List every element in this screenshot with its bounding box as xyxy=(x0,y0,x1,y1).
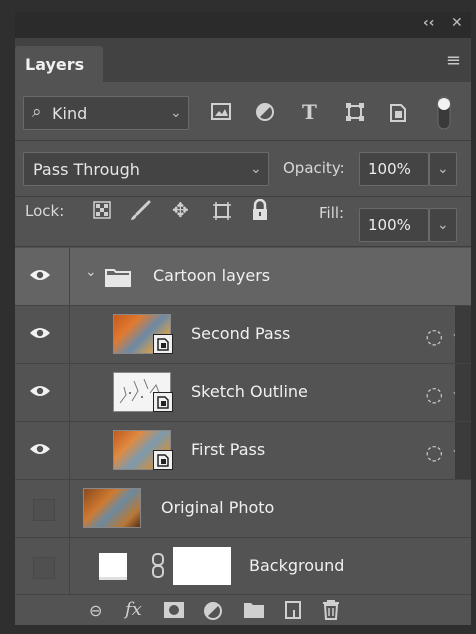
adjustment-layer-filter-icon[interactable] xyxy=(255,102,275,122)
visibility-toggle[interactable] xyxy=(15,364,70,421)
fill-slider-button[interactable]: ⌄ xyxy=(429,208,457,242)
divider xyxy=(15,140,471,141)
layer-mask-thumbnail[interactable] xyxy=(173,547,231,585)
hidden-visibility-box xyxy=(33,499,55,521)
lock-transparent-pixels-icon[interactable] xyxy=(93,201,111,219)
blend-mode-dropdown[interactable]: Pass Through ⌄ xyxy=(23,152,269,186)
add-mask-icon[interactable] xyxy=(163,601,185,619)
layer-row-second-pass[interactable]: Second Pass ◌ ⌄ xyxy=(15,306,471,364)
layer-row-original-photo[interactable]: Original Photo xyxy=(15,480,471,538)
opacity-label: Opacity: xyxy=(283,159,345,177)
scroll-track[interactable] xyxy=(455,306,471,363)
chevron-down-icon[interactable]: ⌄ xyxy=(85,264,97,280)
visibility-toggle[interactable] xyxy=(15,480,70,537)
eye-icon xyxy=(30,270,50,280)
layer-thumbnail xyxy=(99,553,127,580)
layer-name: Background xyxy=(249,556,345,575)
collapse-panel-icon[interactable]: ‹‹ xyxy=(423,15,435,31)
divider xyxy=(15,196,471,197)
search-icon: ⌕ xyxy=(32,102,42,122)
shape-layer-filter-icon[interactable] xyxy=(345,102,365,122)
pixel-layer-filter-icon[interactable] xyxy=(211,103,231,121)
new-layer-icon[interactable] xyxy=(283,600,303,620)
divider xyxy=(15,246,471,247)
opacity-value: 100% xyxy=(368,160,411,178)
chevron-down-icon: ⌄ xyxy=(250,161,262,177)
visibility-toggle[interactable] xyxy=(15,306,70,363)
layer-row-sketch-outline[interactable]: Sketch Outline ◌ ⌄ xyxy=(15,364,471,422)
layer-row-cartoon-layers-group[interactable]: ⌄ Cartoon layers xyxy=(15,248,471,306)
chevron-down-icon: ⌄ xyxy=(437,217,449,233)
opacity-field[interactable]: 100% xyxy=(359,152,429,186)
new-group-icon[interactable] xyxy=(243,601,265,619)
panel-tab-row: Layers ≡ xyxy=(15,38,471,82)
visibility-toggle[interactable] xyxy=(15,422,70,479)
smart-filter-effects-icon[interactable]: ◌ xyxy=(426,440,443,464)
folder-icon xyxy=(105,269,131,287)
filter-toggle-switch[interactable] xyxy=(437,96,451,130)
visibility-toggle[interactable] xyxy=(15,538,70,595)
chevron-down-icon: ⌄ xyxy=(437,161,449,177)
blend-mode-value: Pass Through xyxy=(33,160,140,179)
lock-position-icon[interactable]: ✥ xyxy=(172,198,189,222)
link-chain-icon[interactable] xyxy=(151,553,165,579)
smart-object-badge-icon xyxy=(153,334,173,354)
scroll-track[interactable] xyxy=(455,422,471,479)
lock-artboard-icon[interactable] xyxy=(211,200,233,222)
lock-label: Lock: xyxy=(25,202,65,220)
close-panel-icon[interactable]: ✕ xyxy=(451,15,463,31)
layer-row-first-pass[interactable]: First Pass ◌ ⌄ xyxy=(15,422,471,480)
eye-icon xyxy=(30,328,50,338)
lock-image-pixels-icon[interactable] xyxy=(129,200,151,222)
layer-name: Second Pass xyxy=(191,324,291,343)
layer-name: First Pass xyxy=(191,440,266,459)
visibility-toggle[interactable] xyxy=(15,248,70,305)
delete-layer-icon[interactable] xyxy=(321,599,341,621)
eye-icon xyxy=(30,386,50,396)
scroll-track[interactable] xyxy=(455,364,471,421)
filter-kind-dropdown[interactable]: ⌕ Kind ⌄ xyxy=(23,96,189,130)
layers-panel-footer: ⊖ fx xyxy=(15,594,471,625)
fill-field[interactable]: 100% xyxy=(359,208,429,242)
smart-filter-effects-icon[interactable]: ◌ xyxy=(426,324,443,348)
opacity-slider-button[interactable]: ⌄ xyxy=(429,152,457,186)
fx-icon[interactable]: fx xyxy=(125,599,142,620)
fill-value: 100% xyxy=(368,216,411,234)
smart-object-badge-icon xyxy=(153,392,173,412)
smart-object-badge-icon xyxy=(153,450,173,470)
layer-thumbnail xyxy=(83,488,141,528)
layer-name: Sketch Outline xyxy=(191,382,308,401)
panel-title-bar: ‹‹ ✕ xyxy=(15,12,471,38)
layer-row-background[interactable]: Background xyxy=(15,538,471,596)
new-adjustment-layer-icon[interactable] xyxy=(203,601,223,621)
eye-icon xyxy=(30,444,50,454)
layer-name: Original Photo xyxy=(161,498,275,517)
panel-menu-icon[interactable]: ≡ xyxy=(446,52,461,70)
hidden-visibility-box xyxy=(33,557,55,579)
filter-kind-label: Kind xyxy=(52,104,88,123)
smart-filter-effects-icon[interactable]: ◌ xyxy=(426,382,443,406)
layer-name: Cartoon layers xyxy=(153,266,271,285)
smart-object-filter-icon[interactable] xyxy=(389,101,407,123)
link-layers-icon[interactable]: ⊖ xyxy=(89,601,102,620)
tab-layers[interactable]: Layers xyxy=(15,46,103,82)
chevron-down-icon: ⌄ xyxy=(170,105,182,121)
layers-panel: ‹‹ ✕ Layers ≡ ⌕ Kind ⌄ T Pass Through ⌄ … xyxy=(15,12,471,625)
lock-all-icon[interactable] xyxy=(251,199,269,221)
type-layer-filter-icon[interactable]: T xyxy=(302,100,317,124)
fill-label: Fill: xyxy=(319,204,345,222)
